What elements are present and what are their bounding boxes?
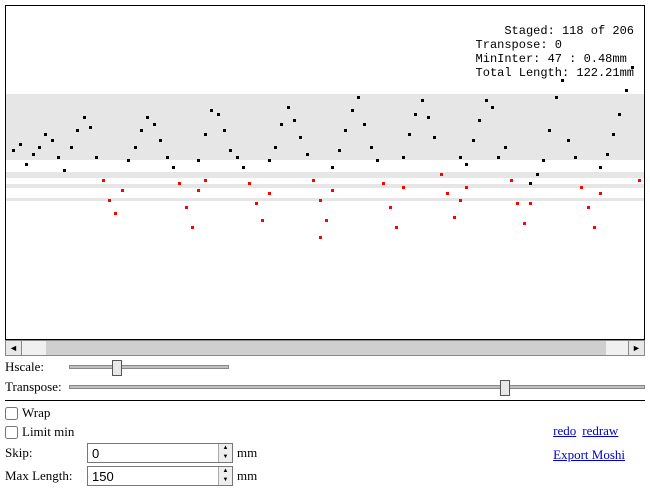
skip-row: Skip: ▲▼ mm — [5, 443, 257, 463]
maxlen-unit: mm — [237, 468, 257, 484]
spin-up-icon[interactable]: ▲ — [219, 444, 232, 453]
hscale-row: Hscale: — [5, 358, 645, 376]
info-line: Staged: 118 of 206 — [504, 24, 634, 38]
spin-down-icon[interactable]: ▼ — [219, 476, 232, 485]
hscale-thumb[interactable] — [112, 360, 122, 376]
horizontal-scrollbar[interactable]: ◄ ► — [5, 340, 645, 356]
separator — [5, 400, 645, 401]
bottom-panel: Wrap Limit min Skip: ▲▼ mm Max Length: ▲… — [5, 405, 645, 486]
maxlen-input[interactable] — [88, 467, 218, 485]
scroll-left-icon[interactable]: ◄ — [6, 341, 22, 355]
hscale-slider[interactable] — [69, 365, 229, 369]
scroll-track[interactable] — [22, 341, 628, 355]
limit-min-row: Limit min — [5, 424, 257, 440]
wrap-row: Wrap — [5, 405, 257, 421]
info-line: MinInter: 47 : 0.48mm — [476, 52, 627, 66]
spin-up-icon[interactable]: ▲ — [219, 467, 232, 476]
options-column: Wrap Limit min Skip: ▲▼ mm Max Length: ▲… — [5, 405, 257, 486]
scroll-right-icon[interactable]: ► — [628, 341, 644, 355]
scroll-thumb[interactable] — [46, 341, 606, 355]
spin-down-icon[interactable]: ▼ — [219, 453, 232, 462]
links-column: redo redraw Export Moshi — [553, 405, 645, 463]
wrap-checkbox[interactable] — [5, 407, 18, 420]
transpose-row: Transpose: — [5, 378, 645, 396]
info-line: Total Length: 122.21mm — [476, 66, 634, 80]
skip-label: Skip: — [5, 445, 83, 461]
limit-min-label: Limit min — [22, 424, 74, 440]
skip-input[interactable] — [88, 444, 218, 462]
info-box: Staged: 118 of 206 Transpose: 0 MinInter… — [476, 10, 634, 94]
transpose-slider[interactable] — [69, 385, 645, 389]
wrap-label: Wrap — [22, 405, 50, 421]
transpose-thumb[interactable] — [500, 380, 510, 396]
redraw-link[interactable]: redraw — [582, 423, 618, 439]
export-moshi-link[interactable]: Export Moshi — [553, 447, 625, 463]
limit-min-checkbox[interactable] — [5, 426, 18, 439]
redo-link[interactable]: redo — [553, 423, 576, 439]
skip-input-wrap: ▲▼ — [87, 443, 233, 463]
transpose-slider-label: Transpose: — [5, 379, 65, 395]
maxlen-label: Max Length: — [5, 468, 83, 484]
maxlen-row: Max Length: ▲▼ mm — [5, 466, 257, 486]
info-line: Transpose: 0 — [476, 38, 562, 52]
plot-area: Staged: 118 of 206 Transpose: 0 MinInter… — [5, 5, 645, 340]
hscale-label: Hscale: — [5, 359, 65, 375]
maxlen-input-wrap: ▲▼ — [87, 466, 233, 486]
skip-unit: mm — [237, 445, 257, 461]
maxlen-spinner[interactable]: ▲▼ — [218, 467, 232, 485]
redo-redraw-row: redo redraw — [553, 423, 618, 439]
skip-spinner[interactable]: ▲▼ — [218, 444, 232, 462]
